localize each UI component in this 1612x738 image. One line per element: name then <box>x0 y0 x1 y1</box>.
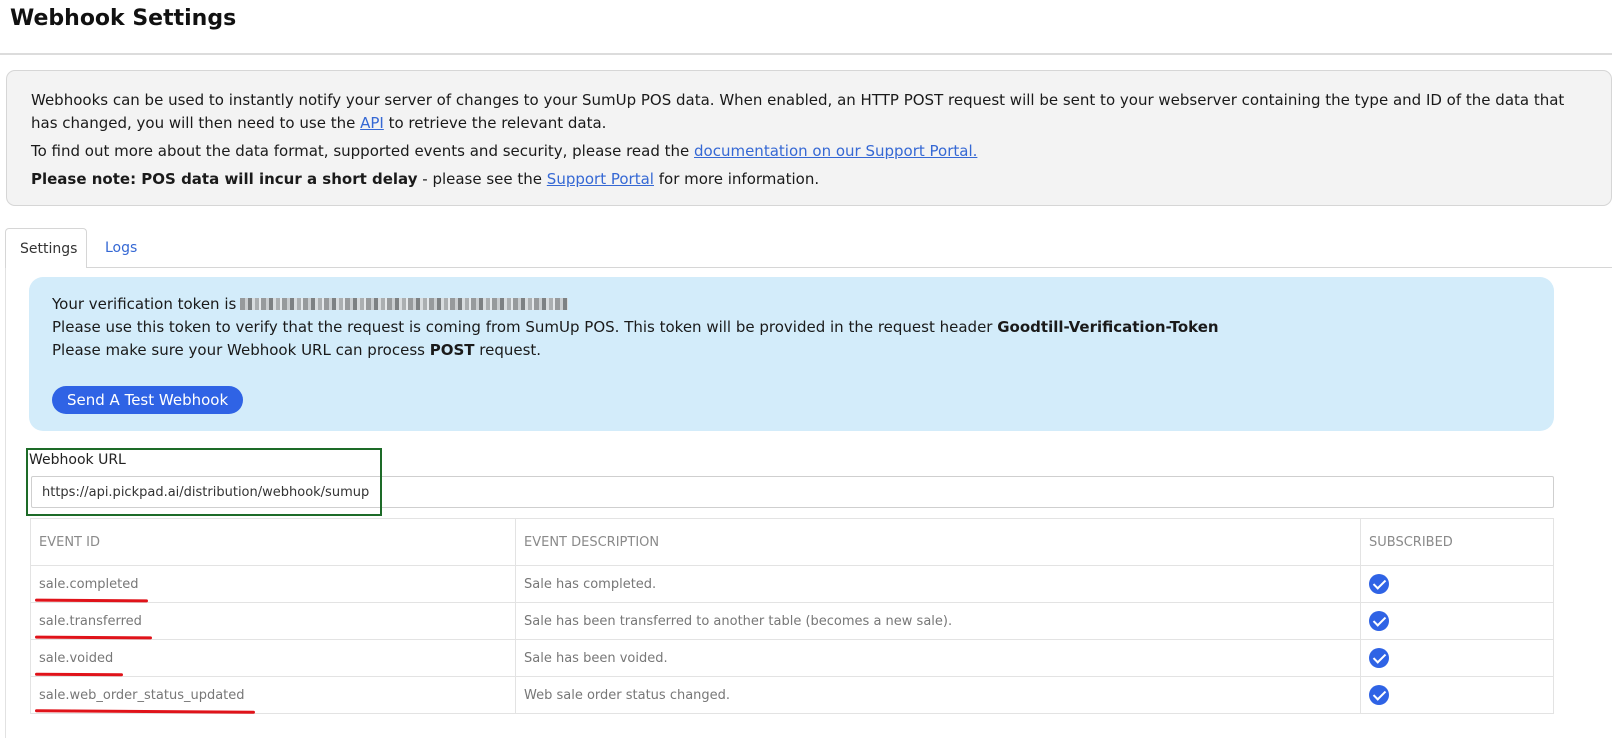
title-divider <box>0 53 1612 55</box>
events-table: EVENT ID EVENT DESCRIPTION SUBSCRIBED sa… <box>30 518 1554 714</box>
send-test-webhook-button[interactable]: Send A Test Webhook <box>52 386 244 414</box>
documentation-link[interactable]: documentation on our Support Portal. <box>694 142 977 160</box>
event-description: Web sale order status changed. <box>515 676 1361 714</box>
token-line: Your verification token is <box>52 293 1531 316</box>
table-row: sale.web_order_status_updated Web sale o… <box>30 676 1554 714</box>
support-portal-link[interactable]: Support Portal <box>547 170 654 188</box>
checked-checkbox-icon[interactable] <box>1369 611 1389 631</box>
checked-checkbox-icon[interactable] <box>1369 574 1389 594</box>
event-description: Sale has completed. <box>515 565 1361 603</box>
webhook-info-panel: Webhooks can be used to instantly notify… <box>6 70 1612 206</box>
webhook-url-label: Webhook URL <box>29 452 126 468</box>
verification-header-name: Goodtill-Verification-Token <box>997 318 1219 336</box>
event-id-cell: sale.transferred <box>30 602 516 640</box>
checked-checkbox-icon[interactable] <box>1369 685 1389 705</box>
subscribed-cell <box>1360 639 1554 677</box>
annotation-underline <box>34 598 149 602</box>
table-row: sale.completed Sale has completed. <box>30 565 1554 603</box>
info-paragraph-2: To find out more about the data format, … <box>31 142 978 160</box>
event-id-cell: sale.completed <box>30 565 516 603</box>
table-row: sale.transferred Sale has been transferr… <box>30 602 1554 640</box>
table-header-row: EVENT ID EVENT DESCRIPTION SUBSCRIBED <box>30 518 1554 566</box>
annotation-underline <box>34 672 124 676</box>
delay-note: Please note: POS data will incur a short… <box>31 170 418 188</box>
verification-token-box: Your verification token is Please use th… <box>29 277 1554 431</box>
event-description: Sale has been voided. <box>515 639 1361 677</box>
header-event-id: EVENT ID <box>30 518 516 566</box>
subscribed-cell <box>1360 676 1554 714</box>
tab-settings[interactable]: Settings <box>5 228 87 268</box>
annotation-underline <box>34 635 152 639</box>
header-subscribed: SUBSCRIBED <box>1360 518 1554 566</box>
tab-panel-border <box>5 268 6 738</box>
page-title: Webhook Settings <box>10 6 237 31</box>
token-header-line: Please use this token to verify that the… <box>52 318 1219 336</box>
header-event-description: EVENT DESCRIPTION <box>515 518 1361 566</box>
event-id-cell: sale.web_order_status_updated <box>30 676 516 714</box>
checked-checkbox-icon[interactable] <box>1369 648 1389 668</box>
event-id: sale.web_order_status_updated <box>39 687 245 703</box>
event-description: Sale has been transferred to another tab… <box>515 602 1361 640</box>
annotation-underline <box>34 708 255 714</box>
event-id-cell: sale.voided <box>30 639 516 677</box>
info-paragraph-3: Please note: POS data will incur a short… <box>31 170 820 188</box>
subscribed-cell <box>1360 565 1554 603</box>
tabs-divider <box>5 267 1612 268</box>
info-paragraph-1: Webhooks can be used to instantly notify… <box>31 91 1565 132</box>
webhook-url-input[interactable] <box>31 476 1554 508</box>
table-row: sale.voided Sale has been voided. <box>30 639 1554 677</box>
event-id: sale.voided <box>39 650 114 666</box>
subscribed-cell <box>1360 602 1554 640</box>
post-request-line: Please make sure your Webhook URL can pr… <box>52 341 542 359</box>
tab-logs[interactable]: Logs <box>91 228 151 268</box>
api-link[interactable]: API <box>360 114 384 132</box>
event-id: sale.completed <box>39 576 139 592</box>
event-id: sale.transferred <box>39 613 142 629</box>
redacted-token <box>240 298 569 310</box>
